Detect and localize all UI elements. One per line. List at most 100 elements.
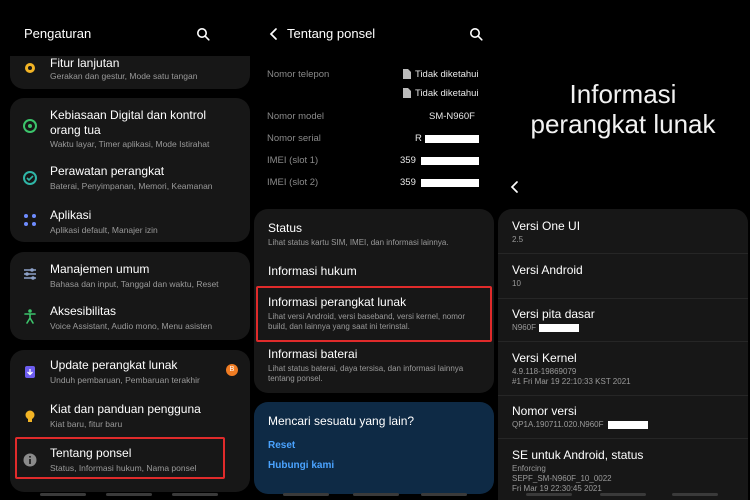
redaction-bar <box>539 324 579 332</box>
sim-icon <box>403 69 411 79</box>
info-item-value: 2.5 <box>512 235 524 244</box>
software-info-panel: Informasi perangkat lunak Versi One UI 2… <box>496 0 750 500</box>
highlight-software-info <box>256 286 492 342</box>
info-label: IMEI (slot 1) <box>267 155 319 166</box>
settings-header: Pengaturan <box>0 22 258 46</box>
nav-bar-handle <box>172 493 218 496</box>
divider <box>498 395 748 396</box>
menu-item-legal-info[interactable]: Informasi hukum <box>254 259 494 287</box>
info-item-title: Nomor versi <box>512 404 577 418</box>
info-label: Nomor serial <box>267 133 321 144</box>
apps-icon <box>24 214 36 226</box>
menu-item-battery-info[interactable]: Informasi baterai Lihat status baterai, … <box>254 343 494 389</box>
settings-item-subtitle: Baterai, Penyimpanan, Memori, Keamanan <box>50 181 213 191</box>
sliders-icon <box>24 268 36 280</box>
settings-item-apps[interactable]: Aplikasi Aplikasi default, Manajer izin <box>10 206 250 242</box>
about-phone-header: Tentang ponsel <box>253 22 498 46</box>
info-label: IMEI (slot 2) <box>267 177 319 188</box>
info-value: R <box>415 133 422 144</box>
redaction-bar <box>421 157 479 165</box>
settings-item-digital-wellbeing[interactable]: Kebiasaan Digital dan kontrol orang tua … <box>10 106 250 158</box>
settings-panel: Pengaturan Fitur lanjutan Gerakan dan ge… <box>0 0 258 500</box>
sim-icon <box>403 88 411 98</box>
page-title: Tentang ponsel <box>287 26 376 41</box>
nav-bar-handle <box>283 493 329 496</box>
settings-item-title: Kebiasaan Digital dan kontrol <box>50 108 207 122</box>
settings-item-subtitle: Unduh pembaruan, Pembaruan terakhir <box>50 375 200 385</box>
back-arrow-icon[interactable] <box>267 27 281 41</box>
device-care-icon <box>23 171 37 185</box>
info-item-title: Versi One UI <box>512 219 581 233</box>
settings-item-subtitle: Voice Assistant, Audio mono, Menu asiste… <box>50 321 213 331</box>
settings-item-subtitle: Kiat baru, fitur baru <box>50 419 123 429</box>
menu-item-subtitle-line2: tentang ponsel. <box>268 374 323 383</box>
nav-bar-handle <box>353 493 399 496</box>
settings-item-subtitle: Bahasa dan input, Tanggal dan waktu, Res… <box>50 279 219 289</box>
settings-item-title: Perawatan perangkat <box>50 164 165 178</box>
info-label: Nomor telepon <box>267 69 330 80</box>
back-arrow-icon[interactable] <box>508 180 522 194</box>
nav-bar-handle <box>106 493 152 496</box>
page-title-line2: perangkat lunak <box>530 109 716 139</box>
settings-item-accessibility[interactable]: Aksesibilitas Voice Assistant, Audio mon… <box>10 302 250 338</box>
info-value: 359 <box>400 155 416 166</box>
gear-plus-icon <box>25 63 35 73</box>
divider <box>498 341 748 342</box>
accessibility-icon <box>24 309 36 324</box>
menu-item-title: Informasi baterai <box>268 347 358 361</box>
info-item-title: Versi pita dasar <box>512 307 595 321</box>
info-item-value: 10 <box>512 279 521 288</box>
wellbeing-icon <box>23 119 37 133</box>
software-update-icon <box>25 366 35 378</box>
search-icon[interactable] <box>469 27 483 41</box>
software-info-card: Versi One UI 2.5 Versi Android 10 Versi … <box>498 209 748 500</box>
settings-item-title-line2: orang tua <box>50 123 101 137</box>
divider <box>498 438 748 439</box>
settings-item-advanced-features[interactable]: Fitur lanjutan Gerakan dan gestur, Mode … <box>10 56 250 89</box>
looking-for-card: Mencari sesuatu yang lain? Reset Hubungi… <box>254 402 494 494</box>
update-badge: B <box>226 364 238 376</box>
divider <box>498 253 748 254</box>
menu-item-status[interactable]: Status Lihat status kartu SIM, IMEI, dan… <box>254 217 494 257</box>
settings-item-tips[interactable]: Kiat dan panduan pengguna Kiat baru, fit… <box>10 400 250 436</box>
info-item-value: N960F <box>512 323 537 332</box>
page-title: Informasi <box>569 79 677 109</box>
settings-item-software-update[interactable]: Update perangkat lunak Unduh pembaruan, … <box>10 356 250 392</box>
settings-item-title: Aplikasi <box>50 208 92 222</box>
settings-item-title: Update perangkat lunak <box>50 358 178 372</box>
search-icon[interactable] <box>196 27 210 41</box>
page-title: Pengaturan <box>24 26 92 41</box>
reset-link[interactable]: Reset <box>268 440 295 451</box>
info-item-value-line2: SEPF_SM-N960F_10_0022 <box>512 474 612 483</box>
nav-bar-handle <box>40 493 86 496</box>
settings-card-advanced: Fitur lanjutan Gerakan dan gestur, Mode … <box>10 56 250 89</box>
info-item-value: 4.9.118-19869079 <box>512 367 577 376</box>
nav-bar-handle <box>421 493 467 496</box>
contact-us-link[interactable]: Hubungi kami <box>268 460 334 471</box>
menu-item-subtitle: Lihat status kartu SIM, IMEI, dan inform… <box>268 238 449 247</box>
highlight-about-phone <box>15 437 225 479</box>
nav-bar-handle <box>526 493 572 496</box>
nav-bar-handle <box>600 493 646 496</box>
settings-item-subtitle: Aplikasi default, Manajer izin <box>50 225 158 235</box>
looking-for-title: Mencari sesuatu yang lain? <box>268 414 415 428</box>
info-item-value: QP1A.190711.020.N960F <box>512 420 604 429</box>
settings-item-general-management[interactable]: Manajemen umum Bahasa dan input, Tanggal… <box>10 260 250 296</box>
lightbulb-icon <box>25 410 35 422</box>
settings-card-general: Manajemen umum Bahasa dan input, Tanggal… <box>10 252 250 340</box>
info-value: SM-N960F <box>429 111 475 122</box>
info-item-title: Versi Android <box>512 263 583 277</box>
settings-item-title: Kiat dan panduan pengguna <box>50 402 201 416</box>
settings-item-title: Fitur lanjutan <box>50 56 120 70</box>
info-value: 359 <box>400 177 416 188</box>
settings-item-title: Aksesibilitas <box>50 304 117 318</box>
settings-item-subtitle: Waktu layar, Timer aplikasi, Mode Istira… <box>50 139 210 149</box>
redaction-bar <box>425 135 479 143</box>
info-value: Tidak diketahui <box>415 69 479 80</box>
info-item-title: SE untuk Android, status <box>512 448 644 462</box>
settings-item-subtitle: Gerakan dan gestur, Mode satu tangan <box>50 71 198 81</box>
settings-item-device-care[interactable]: Perawatan perangkat Baterai, Penyimpanan… <box>10 162 250 202</box>
info-item-value-line2: #1 Fri Mar 19 22:10:33 KST 2021 <box>512 377 631 386</box>
settings-card-wellbeing: Kebiasaan Digital dan kontrol orang tua … <box>10 98 250 242</box>
redaction-bar <box>608 421 648 429</box>
